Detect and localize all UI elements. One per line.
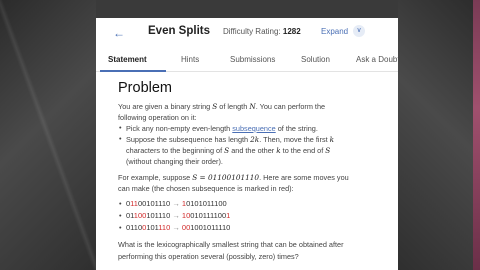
bullet: • <box>119 199 122 208</box>
text: to the end of <box>280 146 326 155</box>
problem-heading: Problem <box>118 80 172 96</box>
arrow-right-icon: → <box>170 199 182 208</box>
move-source-segment: 110 <box>158 223 171 232</box>
bullet: • <box>119 223 122 232</box>
background-decoration <box>0 0 96 270</box>
intro-line-2: following operation on it: <box>118 113 197 122</box>
bullet: • <box>119 134 122 143</box>
active-tab-indicator <box>100 70 166 72</box>
text: . Here are some moves you <box>259 173 349 182</box>
move-result-segment: 00 <box>181 223 191 232</box>
difficulty-value: 1282 <box>282 27 301 36</box>
move-source-segment: 00101110 <box>137 199 171 208</box>
move-source-segment: 01 <box>126 211 135 220</box>
math-example: S = 01100101110 <box>192 173 260 182</box>
math-S: S <box>325 146 331 155</box>
arrow-right-icon: → <box>170 211 182 220</box>
text: Suppose the subsequence has length <box>126 135 251 144</box>
move-source-segment: 100 <box>134 211 147 220</box>
move-row: 01100101110 → 100101111001 <box>126 211 230 220</box>
subsequence-link[interactable]: subsequence <box>232 124 275 133</box>
move-result-segment: 1001011110 <box>190 223 231 232</box>
text: For example, suppose <box>118 173 193 182</box>
bullet-2-line-2: characters to the beginning of S and the… <box>126 145 330 156</box>
bullet: • <box>119 123 122 132</box>
move-row: 01100101110 → 10101011100 <box>126 199 227 208</box>
chevron-down-icon[interactable]: ∨ <box>353 25 365 37</box>
tab-ask-a-doubt[interactable]: Ask a Doubt <box>356 55 398 64</box>
background-accent <box>473 0 480 270</box>
background-right <box>398 0 480 270</box>
move-row: 01100101110 → 001001011110 <box>126 223 230 232</box>
text: . You can perform the <box>255 102 326 111</box>
move-source-segment: 11 <box>130 199 138 208</box>
intro-line-1: You are given a binary string S of lengt… <box>118 101 325 112</box>
question-line-1: What is the lexicographically smallest s… <box>118 240 344 249</box>
math-k: k <box>329 135 335 144</box>
tab-solution[interactable]: Solution <box>301 55 330 64</box>
page-title: Even Splits <box>148 25 210 37</box>
bullet: • <box>119 211 122 220</box>
move-result-segment: 010111100 <box>190 211 227 220</box>
arrow-right-icon: → <box>170 223 182 232</box>
text: Pick any non-empty even-length <box>126 124 233 133</box>
statement-content: Problem You are given a binary string S … <box>96 74 398 270</box>
move-result-segment: 0101011100 <box>186 199 227 208</box>
text: of length <box>217 102 250 111</box>
question-line-2: performing this operation several (possi… <box>118 252 299 261</box>
arrow-left-icon[interactable]: ← <box>112 26 126 40</box>
tab-bar: Statement Hints Submissions Solution Ask… <box>96 51 398 72</box>
tab-statement[interactable]: Statement <box>108 55 147 64</box>
tab-hints[interactable]: Hints <box>181 55 199 64</box>
text: of the string. <box>275 124 318 133</box>
problem-panel: ← Even Splits Difficulty Rating: 1282 Ex… <box>96 18 398 270</box>
tab-submissions[interactable]: Submissions <box>230 55 275 64</box>
math-2k: 2k <box>250 135 260 144</box>
example-line-1: For example, suppose S = 01100101110. He… <box>118 172 349 183</box>
bullet-2-line-1: Suppose the subsequence has length 2k. T… <box>126 134 334 145</box>
bullet-1: Pick any non-empty even-length subsequen… <box>126 123 318 134</box>
move-source-segment: 0110 <box>126 223 143 232</box>
bullet-2-line-3: (without changing their order). <box>126 157 223 166</box>
text: You are given a binary string <box>118 102 213 111</box>
expand-button[interactable]: Expand <box>321 27 348 36</box>
example-line-2: can make (the chosen subsequence is mark… <box>118 184 294 193</box>
text: characters to the beginning of <box>126 146 225 155</box>
move-result-segment: 1 <box>226 211 231 220</box>
difficulty-rating: Difficulty Rating: 1282 <box>223 27 301 36</box>
difficulty-label: Difficulty Rating: <box>223 27 281 36</box>
move-source-segment: 101110 <box>146 211 171 220</box>
problem-header: ← Even Splits Difficulty Rating: 1282 Ex… <box>96 18 398 48</box>
move-result-segment: 10 <box>181 211 191 220</box>
move-source-segment: 101 <box>146 223 159 232</box>
text: and the other <box>229 146 277 155</box>
text: . Then, move the first <box>259 135 330 144</box>
